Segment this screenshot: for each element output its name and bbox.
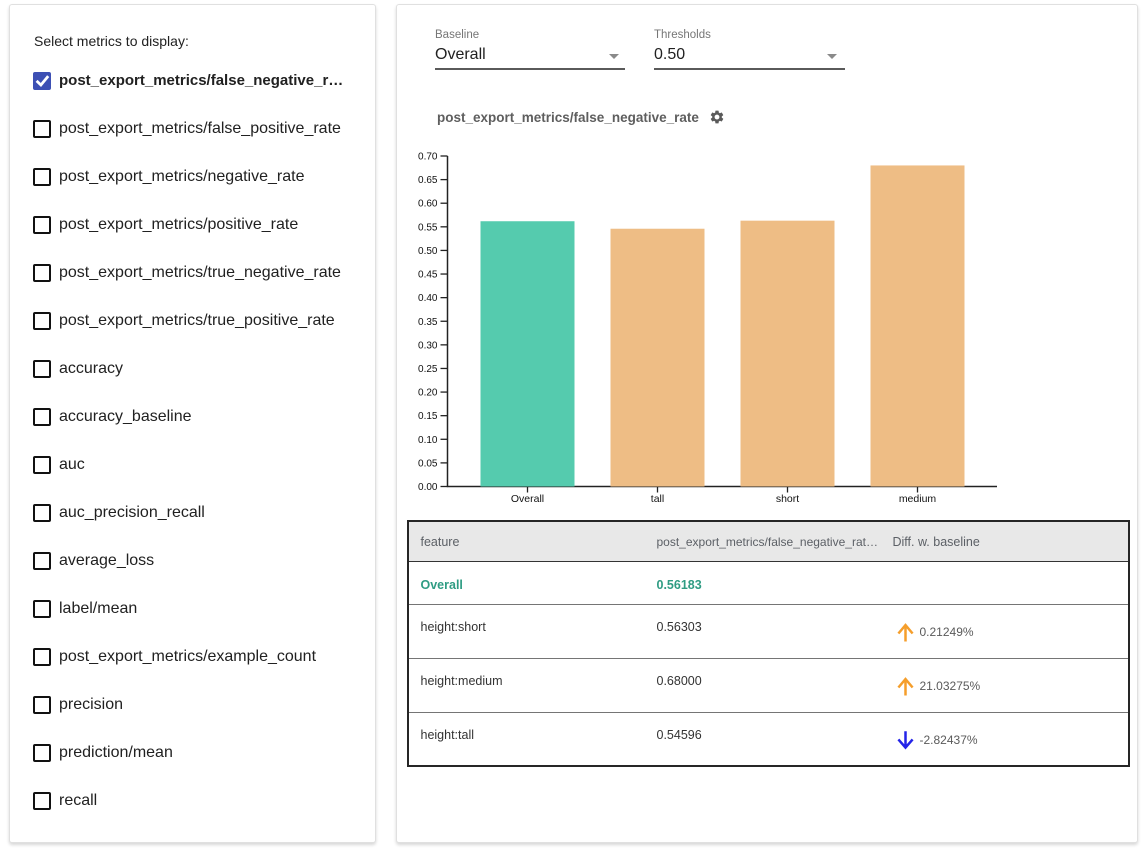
svg-text:Overall: Overall [511, 493, 544, 505]
svg-text:0.20: 0.20 [418, 388, 438, 399]
svg-text:0.30: 0.30 [418, 340, 438, 351]
svg-text:0.50: 0.50 [418, 246, 438, 257]
svg-text:0.70: 0.70 [418, 152, 438, 163]
svg-text:0.25: 0.25 [418, 364, 438, 375]
svg-text:0.15: 0.15 [418, 411, 438, 422]
svg-text:0.05: 0.05 [418, 458, 438, 469]
svg-text:0.40: 0.40 [418, 293, 438, 304]
svg-text:0.35: 0.35 [418, 317, 438, 328]
svg-text:0.00: 0.00 [418, 482, 438, 493]
svg-text:tall: tall [651, 493, 664, 505]
svg-text:0.45: 0.45 [418, 270, 438, 281]
svg-text:0.65: 0.65 [418, 175, 438, 186]
svg-text:short: short [776, 493, 799, 505]
svg-text:medium: medium [899, 493, 937, 505]
svg-text:0.10: 0.10 [418, 435, 438, 446]
svg-text:0.55: 0.55 [418, 222, 438, 233]
svg-text:0.60: 0.60 [418, 199, 438, 210]
